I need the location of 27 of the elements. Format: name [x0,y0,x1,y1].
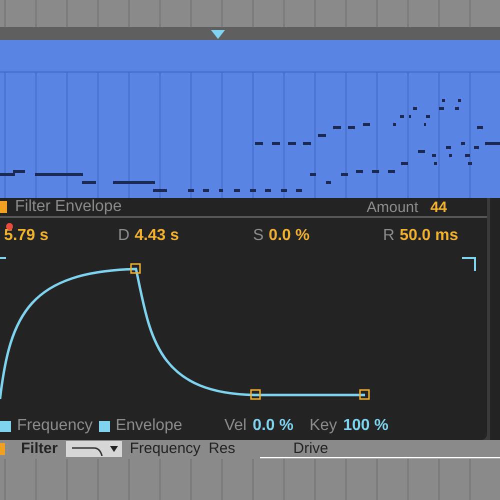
filter-label: Filter [21,440,58,457]
device-title: Filter Envelope [15,198,122,216]
stage-value[interactable]: 0.0 % [268,227,310,245]
filter-toggle[interactable] [0,442,5,454]
stage-label: S [253,227,264,245]
stage-value[interactable]: 4.43 s [134,227,180,245]
modifier-value[interactable]: 0.0 % [252,417,294,435]
device-toggle[interactable] [0,201,7,213]
column-label: Frequency [130,440,201,457]
legend-swatch [0,420,11,432]
column-label: Drive [293,440,328,457]
automation-dot-icon [6,223,13,230]
modifier-label: Vel [224,417,247,435]
legend-label: Frequency [17,417,93,435]
modifier-label: Key [309,417,338,435]
filter-type-dropdown[interactable] [66,440,122,456]
amount-value[interactable]: 44 [430,198,447,216]
caret-icon [110,446,118,452]
stage-label: R [383,227,395,245]
stage-label: D [118,227,130,245]
stage-value[interactable]: 5.79 s [4,227,48,245]
column-label: Res [208,440,236,457]
legend-label: Envelope [116,417,182,435]
stage-value[interactable]: 50.0 ms [400,227,458,245]
legend-swatch [98,420,110,432]
amount-label: Amount [366,198,418,216]
modifier-value[interactable]: 100 % [343,417,388,435]
